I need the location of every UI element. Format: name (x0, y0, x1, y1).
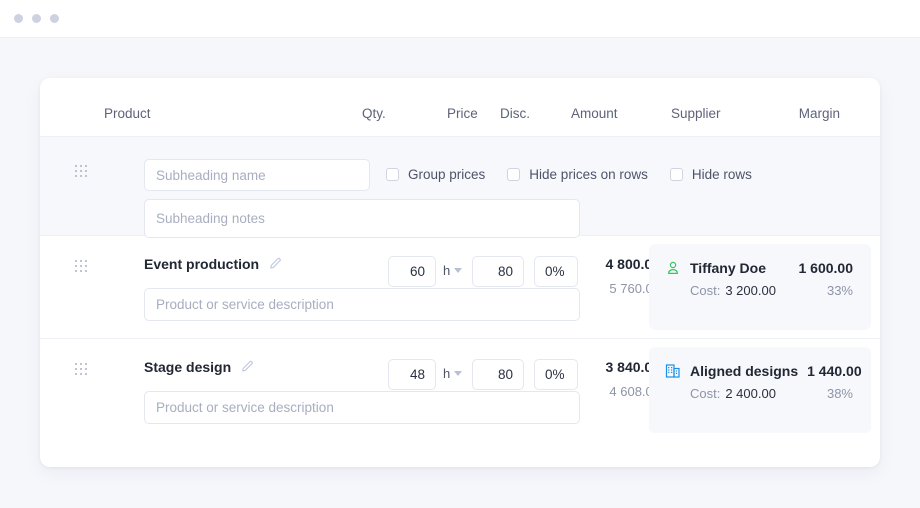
qty-input[interactable] (388, 256, 436, 287)
cost-label: Cost: (690, 283, 721, 298)
subheading-name-input[interactable] (144, 159, 370, 191)
checkbox-label-group-prices: Group prices (408, 167, 486, 182)
table-header: Product Qty. Price Disc. Amount Supplier… (40, 92, 880, 136)
cost-value: 3 200.00 (725, 283, 776, 298)
drag-handle-icon[interactable] (75, 165, 87, 177)
discount-input[interactable] (534, 256, 578, 287)
column-header-margin: Margin (798, 106, 840, 121)
page-body: Product Qty. Price Disc. Amount Supplier… (0, 38, 920, 508)
drag-handle-icon[interactable] (75, 260, 87, 272)
supplier-value: 1 440.00 (807, 363, 862, 379)
line-item-name: Event production (144, 256, 260, 272)
building-icon (665, 364, 680, 378)
supplier-secondary-line: Cost: 3 200.00 33% (665, 283, 853, 298)
pencil-icon[interactable] (268, 257, 282, 271)
unit-selector[interactable]: h (443, 263, 463, 278)
window-dot-maximize[interactable] (50, 14, 59, 23)
column-header-qty: Qty. (362, 106, 386, 121)
supplier-name: Aligned designs (690, 363, 799, 379)
window-controls (14, 14, 59, 23)
column-header-amount: Amount (571, 106, 618, 121)
discount-input[interactable] (534, 359, 578, 390)
checkbox-box-hide-prices-on-rows[interactable] (507, 168, 521, 181)
description-input[interactable] (144, 391, 580, 424)
margin-percent: 33% (826, 283, 853, 298)
checkbox-hide-prices-on-rows[interactable]: Hide prices on rows (507, 167, 648, 182)
line-item-name: Stage design (144, 359, 232, 375)
person-icon (668, 261, 678, 274)
margin-percent: 38% (826, 386, 853, 401)
supplier-panel[interactable]: Tiffany Doe 1 600.00 Cost: 3 200.00 33% (649, 244, 871, 330)
line-item-row: Event production h 4 800.00 5 760.00 (40, 236, 880, 339)
checkbox-label-hide-prices-on-rows: Hide prices on rows (529, 167, 648, 182)
window-dot-close[interactable] (14, 14, 23, 23)
supplier-primary-line: Tiffany Doe 1 600.00 (665, 260, 853, 276)
line-item-title: Event production (144, 256, 282, 272)
line-item-row: Stage design h 3 840.00 4 608.00 (40, 339, 880, 442)
column-header-product: Product (104, 106, 151, 121)
qty-input[interactable] (388, 359, 436, 390)
unit-label: h (443, 263, 451, 278)
supplier-value: 1 600.00 (798, 260, 854, 276)
chevron-down-icon[interactable] (454, 371, 463, 376)
column-header-price: Price (447, 106, 478, 121)
checkbox-box-group-prices[interactable] (386, 168, 399, 181)
supplier-panel[interactable]: Aligned designs 1 440.00 Cost: 2 400.00 … (649, 347, 871, 433)
subheading-options: Group prices Hide prices on rows Hide ro… (386, 167, 752, 182)
supplier-name: Tiffany Doe (690, 260, 766, 276)
chevron-down-icon[interactable] (454, 268, 463, 273)
supplier-primary-line: Aligned designs 1 440.00 (665, 363, 862, 379)
checkbox-hide-rows[interactable]: Hide rows (669, 167, 752, 182)
checkbox-group-prices[interactable]: Group prices (386, 167, 485, 182)
pencil-icon[interactable] (240, 360, 254, 374)
price-input[interactable] (472, 359, 524, 390)
subheading-notes-input[interactable] (144, 199, 580, 238)
checkbox-label-hide-rows: Hide rows (691, 167, 752, 182)
line-items-card: Product Qty. Price Disc. Amount Supplier… (40, 78, 880, 467)
supplier-secondary-line: Cost: 2 400.00 38% (665, 386, 853, 401)
cost-value: 2 400.00 (725, 386, 776, 401)
unit-selector[interactable]: h (443, 366, 463, 381)
subheading-row: Group prices Hide prices on rows Hide ro… (40, 136, 880, 238)
unit-label: h (443, 366, 451, 381)
price-input[interactable] (472, 256, 524, 287)
window-dot-minimize[interactable] (32, 14, 41, 23)
drag-handle-icon[interactable] (75, 363, 87, 375)
checkbox-box-hide-rows[interactable] (669, 168, 683, 181)
cost-label: Cost: (690, 386, 721, 401)
window-titlebar (0, 0, 920, 38)
column-header-supplier: Supplier (671, 106, 721, 121)
column-header-disc: Disc. (500, 106, 530, 121)
line-item-title: Stage design (144, 359, 254, 375)
description-input[interactable] (144, 288, 580, 321)
